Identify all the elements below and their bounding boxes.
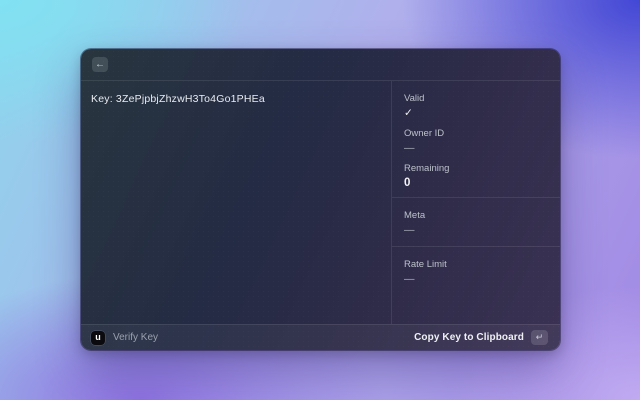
unkey-app-icon: u	[91, 330, 105, 345]
primary-action-label: Copy Key to Clipboard	[414, 332, 524, 343]
command-name-label: Verify Key	[113, 332, 159, 343]
back-button[interactable]: ←	[92, 57, 108, 72]
field-value: —	[404, 142, 415, 154]
field-meta: Meta —	[404, 210, 548, 236]
field-label: Valid	[404, 93, 425, 104]
window-header: ←	[81, 49, 560, 81]
field-value: —	[404, 224, 415, 236]
desktop-background: ← Key: 3ZePjpbjZhzwH3To4Go1PHEa Valid ✓ …	[0, 0, 640, 400]
valid-check-icon: ✓	[404, 107, 413, 119]
field-label: Meta	[404, 210, 426, 221]
verify-key-window: ← Key: 3ZePjpbjZhzwH3To4Go1PHEa Valid ✓ …	[81, 49, 560, 350]
field-remaining: Remaining 0	[404, 163, 548, 189]
details-section-meta: Meta —	[392, 198, 560, 247]
field-value: —	[404, 273, 415, 285]
field-label: Owner ID	[404, 128, 445, 139]
field-rate-limit: Rate Limit —	[404, 259, 548, 285]
enter-key-icon: ↵	[531, 330, 548, 345]
copy-key-to-clipboard-button[interactable]: Copy Key to Clipboard ↵	[412, 328, 550, 347]
details-section-main: Valid ✓ Owner ID — Remaining 0	[392, 81, 560, 198]
details-section-rate-limit: Rate Limit —	[392, 247, 560, 324]
app-badge-glyph: u	[95, 332, 101, 342]
key-pane: Key: 3ZePjpbjZhzwH3To4Go1PHEa	[81, 81, 391, 324]
window-footer: u Verify Key Copy Key to Clipboard ↵	[81, 324, 560, 350]
back-arrow-icon: ←	[95, 58, 105, 70]
details-pane: Valid ✓ Owner ID — Remaining 0 Meta — Ra…	[392, 81, 560, 324]
field-value: 0	[404, 177, 411, 189]
field-label: Remaining	[404, 163, 450, 174]
field-valid: Valid ✓	[404, 93, 548, 119]
enter-key-glyph: ↵	[535, 332, 544, 342]
window-body: Key: 3ZePjpbjZhzwH3To4Go1PHEa Valid ✓ Ow…	[81, 81, 560, 324]
key-value-text: Key: 3ZePjpbjZhzwH3To4Go1PHEa	[91, 93, 265, 105]
field-owner-id: Owner ID —	[404, 128, 548, 154]
field-label: Rate Limit	[404, 259, 447, 270]
